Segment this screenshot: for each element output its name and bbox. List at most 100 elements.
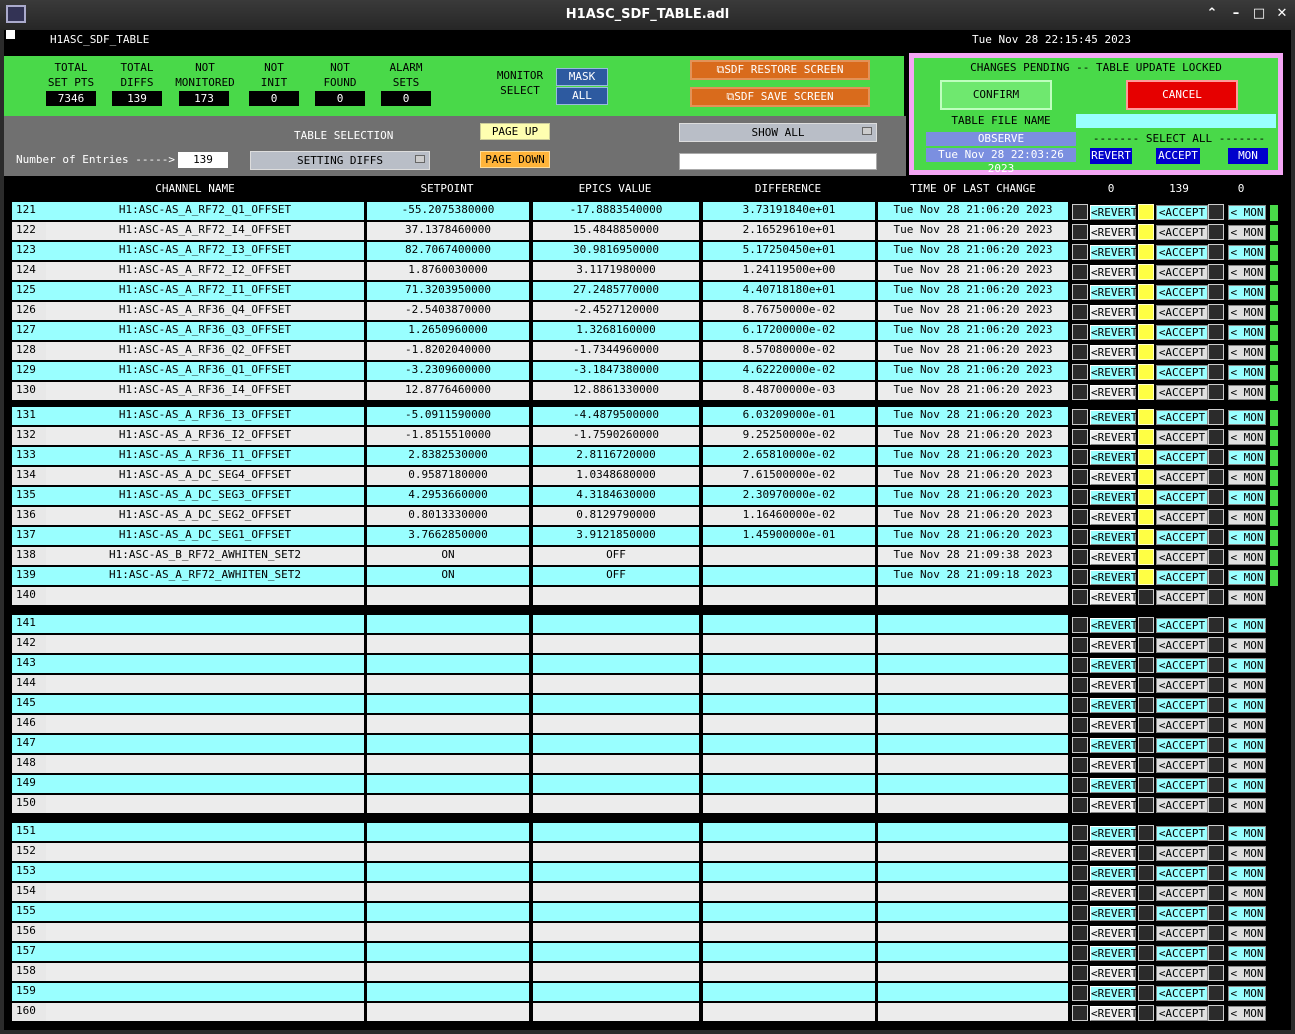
- revert-checkbox[interactable]: [1072, 845, 1088, 861]
- mon-checkbox[interactable]: [1208, 885, 1224, 901]
- revert-checkbox[interactable]: [1072, 529, 1088, 545]
- accept-button[interactable]: <ACCEPT: [1156, 718, 1208, 733]
- revert-button[interactable]: <REVERT: [1090, 906, 1137, 921]
- accept-checkbox[interactable]: [1138, 304, 1154, 320]
- accept-button[interactable]: <ACCEPT: [1156, 678, 1208, 693]
- revert-checkbox[interactable]: [1072, 364, 1088, 380]
- revert-checkbox[interactable]: [1072, 965, 1088, 981]
- window-titlebar[interactable]: H1ASC_SDF_TABLE.adl ⌃ – □ ✕: [0, 0, 1295, 30]
- accept-checkbox[interactable]: [1138, 905, 1154, 921]
- revert-checkbox[interactable]: [1072, 945, 1088, 961]
- accept-checkbox[interactable]: [1138, 324, 1154, 340]
- accept-button[interactable]: <ACCEPT: [1156, 698, 1208, 713]
- revert-checkbox[interactable]: [1072, 885, 1088, 901]
- mon-checkbox[interactable]: [1208, 429, 1224, 445]
- revert-button[interactable]: <REVERT: [1090, 698, 1137, 713]
- mon-checkbox[interactable]: [1208, 717, 1224, 733]
- revert-button[interactable]: <REVERT: [1090, 1006, 1137, 1021]
- accept-button[interactable]: <ACCEPT: [1156, 245, 1208, 260]
- mon-button[interactable]: < MON: [1228, 738, 1266, 753]
- mon-checkbox[interactable]: [1208, 845, 1224, 861]
- accept-button[interactable]: <ACCEPT: [1156, 1006, 1208, 1021]
- mon-button[interactable]: < MON: [1228, 846, 1266, 861]
- accept-checkbox[interactable]: [1138, 985, 1154, 1001]
- mon-checkbox[interactable]: [1208, 797, 1224, 813]
- mon-checkbox[interactable]: [1208, 244, 1224, 260]
- mon-checkbox[interactable]: [1208, 697, 1224, 713]
- mon-checkbox[interactable]: [1208, 945, 1224, 961]
- mon-checkbox[interactable]: [1208, 617, 1224, 633]
- cancel-button[interactable]: CANCEL: [1126, 80, 1238, 110]
- revert-button[interactable]: <REVERT: [1090, 826, 1137, 841]
- revert-checkbox[interactable]: [1072, 717, 1088, 733]
- accept-button[interactable]: <ACCEPT: [1156, 550, 1208, 565]
- accept-checkbox[interactable]: [1138, 384, 1154, 400]
- revert-checkbox[interactable]: [1072, 344, 1088, 360]
- accept-checkbox[interactable]: [1138, 569, 1154, 585]
- accept-button[interactable]: <ACCEPT: [1156, 946, 1208, 961]
- accept-button[interactable]: <ACCEPT: [1156, 738, 1208, 753]
- minimize-icon[interactable]: –: [1227, 6, 1245, 24]
- mon-button[interactable]: < MON: [1228, 638, 1266, 653]
- accept-checkbox[interactable]: [1138, 965, 1154, 981]
- mon-button[interactable]: < MON: [1228, 265, 1266, 280]
- revert-checkbox[interactable]: [1072, 617, 1088, 633]
- mon-checkbox[interactable]: [1208, 737, 1224, 753]
- accept-checkbox[interactable]: [1138, 204, 1154, 220]
- accept-checkbox[interactable]: [1138, 244, 1154, 260]
- accept-button[interactable]: <ACCEPT: [1156, 826, 1208, 841]
- accept-checkbox[interactable]: [1138, 409, 1154, 425]
- mon-checkbox[interactable]: [1208, 677, 1224, 693]
- mon-checkbox[interactable]: [1208, 224, 1224, 240]
- mon-checkbox[interactable]: [1208, 204, 1224, 220]
- revert-checkbox[interactable]: [1072, 737, 1088, 753]
- mon-checkbox[interactable]: [1208, 264, 1224, 280]
- mon-checkbox[interactable]: [1208, 985, 1224, 1001]
- mon-all-button[interactable]: MON: [1228, 148, 1268, 164]
- mon-checkbox[interactable]: [1208, 469, 1224, 485]
- revert-checkbox[interactable]: [1072, 284, 1088, 300]
- revert-checkbox[interactable]: [1072, 409, 1088, 425]
- accept-button[interactable]: <ACCEPT: [1156, 205, 1208, 220]
- accept-all-button[interactable]: ACCEPT: [1156, 148, 1200, 164]
- mon-button[interactable]: < MON: [1228, 225, 1266, 240]
- mon-button[interactable]: < MON: [1228, 1006, 1266, 1021]
- accept-button[interactable]: <ACCEPT: [1156, 638, 1208, 653]
- mon-button[interactable]: < MON: [1228, 698, 1266, 713]
- accept-checkbox[interactable]: [1138, 677, 1154, 693]
- revert-checkbox[interactable]: [1072, 865, 1088, 881]
- revert-button[interactable]: <REVERT: [1090, 325, 1137, 340]
- mon-checkbox[interactable]: [1208, 509, 1224, 525]
- mon-button[interactable]: < MON: [1228, 926, 1266, 941]
- sdf-restore-screen-button[interactable]: ⧉SDF RESTORE SCREEN: [690, 60, 870, 80]
- mon-button[interactable]: < MON: [1228, 385, 1266, 400]
- accept-button[interactable]: <ACCEPT: [1156, 410, 1208, 425]
- accept-checkbox[interactable]: [1138, 865, 1154, 881]
- revert-checkbox[interactable]: [1072, 204, 1088, 220]
- mon-button[interactable]: < MON: [1228, 510, 1266, 525]
- mon-checkbox[interactable]: [1208, 865, 1224, 881]
- revert-checkbox[interactable]: [1072, 825, 1088, 841]
- revert-button[interactable]: <REVERT: [1090, 798, 1137, 813]
- accept-checkbox[interactable]: [1138, 925, 1154, 941]
- mon-checkbox[interactable]: [1208, 757, 1224, 773]
- accept-checkbox[interactable]: [1138, 825, 1154, 841]
- revert-checkbox[interactable]: [1072, 384, 1088, 400]
- mon-checkbox[interactable]: [1208, 777, 1224, 793]
- revert-checkbox[interactable]: [1072, 905, 1088, 921]
- revert-button[interactable]: <REVERT: [1090, 245, 1137, 260]
- accept-checkbox[interactable]: [1138, 885, 1154, 901]
- accept-checkbox[interactable]: [1138, 657, 1154, 673]
- mon-checkbox[interactable]: [1208, 364, 1224, 380]
- revert-button[interactable]: <REVERT: [1090, 846, 1137, 861]
- accept-checkbox[interactable]: [1138, 617, 1154, 633]
- mon-button[interactable]: < MON: [1228, 285, 1266, 300]
- accept-checkbox[interactable]: [1138, 449, 1154, 465]
- menu-square-icon[interactable]: [6, 30, 15, 39]
- mon-button[interactable]: < MON: [1228, 345, 1266, 360]
- accept-button[interactable]: <ACCEPT: [1156, 490, 1208, 505]
- show-all-dropdown[interactable]: SHOW ALL: [679, 123, 877, 142]
- accept-button[interactable]: <ACCEPT: [1156, 658, 1208, 673]
- revert-checkbox[interactable]: [1072, 657, 1088, 673]
- mon-button[interactable]: < MON: [1228, 986, 1266, 1001]
